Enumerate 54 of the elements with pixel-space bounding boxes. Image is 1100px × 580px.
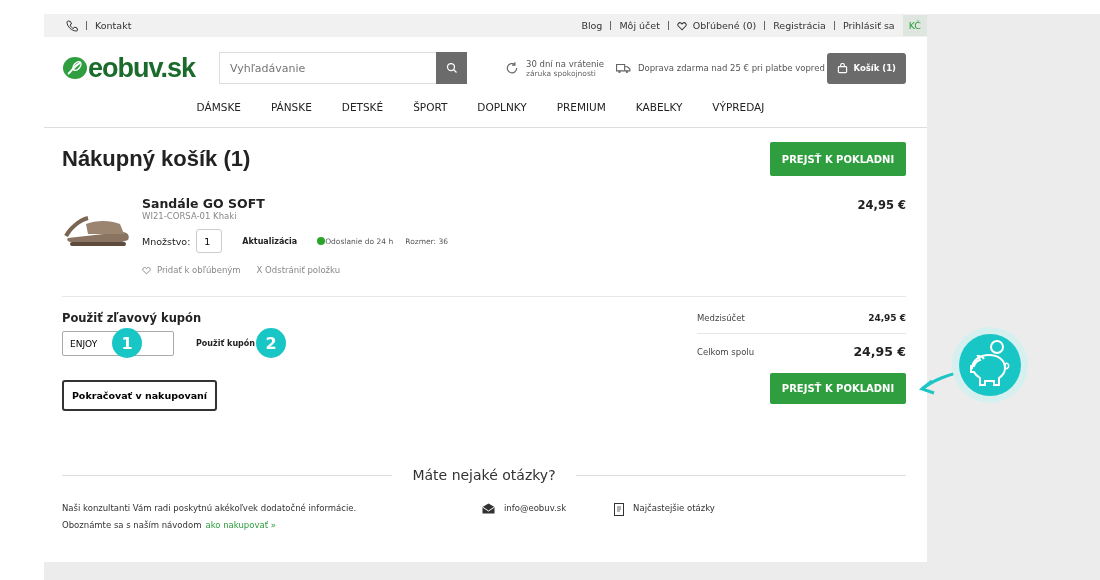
heart-icon	[142, 265, 151, 275]
contact-link[interactable]: Kontakt	[95, 20, 132, 31]
email-link[interactable]: info@eobuv.sk	[504, 503, 567, 513]
top-link[interactable]: Blog	[581, 20, 603, 31]
cart-button[interactable]: Košík (1)	[827, 52, 906, 84]
top-link[interactable]: Prihlásiť sa	[842, 20, 895, 31]
product-name[interactable]: Sandále GO SOFT	[142, 196, 448, 211]
quantity-label: Množstvo:	[142, 235, 191, 247]
top-link[interactable]: Môj účet	[619, 20, 660, 31]
nav-link[interactable]: DÁMSKE	[196, 101, 241, 113]
update-link[interactable]: Aktualizácia	[242, 236, 298, 246]
step-badge: 1	[112, 328, 142, 358]
truck-icon	[615, 62, 631, 74]
remove-link[interactable]: X Odstrániť položku	[256, 265, 341, 275]
return-arrow-icon	[505, 61, 519, 75]
product-code: WI21-CORSA-01 Khaki	[142, 211, 238, 221]
product-price: 24,95 €	[857, 198, 906, 214]
nav-link[interactable]: DETSKÉ	[341, 101, 384, 113]
returns-title: 30 dní na vrátenie	[526, 58, 604, 69]
document-icon	[614, 503, 625, 516]
apply-coupon-link[interactable]: Použiť kupón	[196, 339, 255, 348]
quantity-field[interactable]: 1	[196, 229, 223, 253]
coupon-title: Použiť zľavový kupón	[62, 311, 203, 325]
nav-link[interactable]: KABELKY	[635, 101, 683, 113]
top-link[interactable]: Obľúbené (0)	[692, 20, 757, 31]
page-title: Nákupný košík (1)	[62, 146, 251, 172]
continue-shopping-button[interactable]: Pokračovať v nakupovaní	[62, 380, 217, 411]
guide-text: Oboznámte sa s naším návodom	[62, 520, 202, 530]
leaf-logo-icon	[62, 55, 88, 81]
bag-icon	[837, 62, 849, 74]
guide-link[interactable]: ako nakupovať »	[205, 520, 276, 530]
step-badge: 2	[256, 328, 286, 358]
favorite-link[interactable]: Pridať k obľúbeným	[142, 265, 241, 275]
search-icon	[445, 62, 458, 74]
nav-link[interactable]: ŠPORT	[413, 101, 448, 113]
total-value: 24,95 €	[853, 344, 906, 359]
search-button[interactable]	[436, 52, 467, 84]
shipping-info: Doprava zdarma nad 25 € pri platbe vopred	[637, 63, 825, 73]
phone-icon	[66, 19, 78, 32]
total-label: Celkom spolu	[697, 346, 755, 357]
top-link[interactable]: Registrácia	[773, 20, 826, 31]
nav-link[interactable]: PÁNSKE	[270, 101, 312, 113]
nav-link[interactable]: VÝPREDAJ	[712, 101, 765, 113]
logo[interactable]: eobuv.sk	[88, 52, 196, 84]
nav-link[interactable]: PREMIUM	[556, 101, 606, 113]
total-label: Medzisúčet	[697, 313, 745, 323]
search-field[interactable]: Vyhľadávanie	[219, 52, 436, 84]
heart-icon	[676, 20, 687, 31]
faq-link[interactable]: Najčastejšie otázky	[633, 503, 715, 513]
envelope-icon	[482, 503, 495, 514]
questions-title: Máte nejaké otázky?	[412, 467, 556, 483]
total-value: 24,95 €	[868, 313, 906, 323]
help-text: Naši konzultanti Vám radi poskytnú akékoľvek dodatočné informácie.	[62, 503, 358, 513]
nav-link[interactable]: DOPLNKY	[477, 101, 527, 113]
